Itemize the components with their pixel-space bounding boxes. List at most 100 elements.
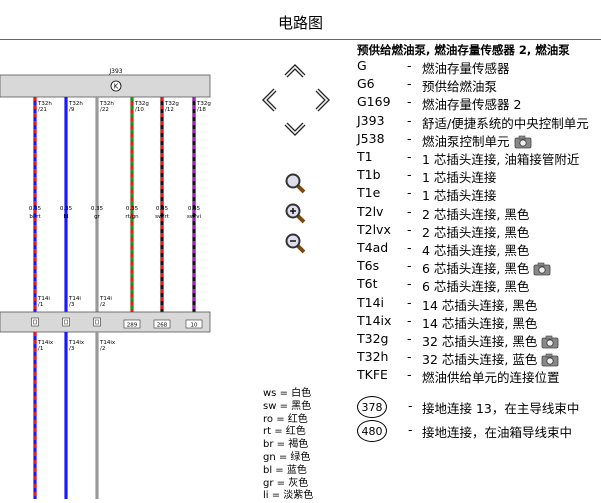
chevron-up-icon: [284, 64, 306, 78]
wire-size-label: 0.35: [156, 206, 169, 212]
legend-item: T6t -6 芯插头连接, 黑色: [357, 276, 601, 294]
legend-item: G - 燃油存量传感器: [357, 58, 601, 76]
legend-description: 2 芯插头连接, 黑色: [422, 224, 530, 240]
reference-box[interactable]: 289: [123, 319, 141, 329]
wire-color-label: rt/gn: [125, 214, 139, 220]
legend-code: T1e: [357, 185, 381, 201]
legend-code: TKFE: [357, 367, 388, 383]
wire-color-label: bl/rt: [29, 214, 41, 220]
legend-description: 燃油存量传感器: [422, 61, 510, 76]
legend-item: J538- 燃油泵控制单元: [357, 131, 601, 149]
reference-number: 289: [127, 323, 138, 329]
legend-title: 预供给燃油泵, 燃油存量传感器 2, 燃油泵: [357, 43, 570, 57]
chevron-right-icon: [315, 88, 330, 112]
legend-description: 2 芯插头连接, 黑色: [422, 206, 530, 222]
ground-point-description: 接地连接 13，在主导线束中: [422, 401, 580, 416]
legend-dash: -: [407, 167, 412, 183]
legend-item: T4ad -4 芯插头连接, 黑色: [357, 240, 601, 258]
legend-description: 1 芯插头连接: [422, 188, 497, 204]
pin-label-bottom: /3: [69, 346, 75, 352]
legend-dash: -: [407, 185, 412, 201]
legend-code: T1b: [357, 167, 381, 183]
color-code-item: bl = 蓝色: [263, 464, 307, 476]
legend-description: 14 芯插头连接, 黑色: [422, 315, 538, 331]
legend-dash: -: [407, 112, 412, 128]
legend-dash: -: [407, 349, 412, 365]
color-code-item: gr = 灰色: [263, 477, 309, 489]
legend-dash: -: [407, 76, 412, 92]
color-code-item: li = 淡紫色: [263, 490, 314, 502]
control-unit-label: J393: [108, 68, 122, 75]
pan-up-button[interactable]: [282, 62, 308, 80]
pan-left-button[interactable]: [260, 86, 280, 114]
color-code-item: ws = 白色: [263, 388, 312, 399]
legend-code: T14ix: [357, 312, 392, 328]
legend-description: 1 芯插头连接, 油箱接管附近: [422, 152, 580, 167]
color-code-item: rt = 红色: [263, 426, 306, 438]
legend-dash: -: [407, 58, 412, 73]
wire-color-label: gr: [94, 214, 100, 220]
legend-code: T6t: [357, 276, 378, 292]
legend-dash: -: [407, 367, 412, 383]
zoom-out-button[interactable]: [284, 232, 308, 256]
connector-pin: [93, 317, 101, 327]
pin-label-mid: /1: [38, 302, 43, 308]
color-code-item: ro = 红色: [263, 413, 308, 425]
chevron-left-icon: [262, 88, 277, 112]
legend-item: T32h -32 芯插头连接, 蓝色: [357, 349, 601, 367]
pan-right-button[interactable]: [312, 86, 332, 114]
zoom-in-icon: [285, 203, 306, 224]
pin-label-bottom: /1: [38, 346, 43, 352]
wire-color-label: bl: [63, 214, 68, 220]
wire-size-label: 0.35: [29, 206, 42, 212]
legend-item: T1e -1 芯插头连接: [357, 185, 601, 203]
pin-label-top: /12: [165, 107, 174, 113]
legend-dash: -: [407, 258, 412, 274]
ground-point-symbol: 480: [357, 420, 387, 442]
wiring-diagram[interactable]: J393 K T32h/210.35bl/rtT32h/90.35blT32h/…: [0, 0, 260, 499]
legend-code: J393: [357, 112, 385, 128]
pin-label-mid: /3: [69, 302, 75, 308]
legend-dash: -: [407, 130, 412, 146]
legend-code: G6: [357, 76, 375, 92]
legend-description: 4 芯插头连接, 黑色: [422, 243, 530, 258]
ground-point-symbol: 378: [357, 396, 387, 418]
legend-dash: -: [408, 422, 413, 437]
wire-size-label: 0.35: [188, 206, 201, 212]
reference-box[interactable]: 10: [185, 319, 203, 329]
reference-box[interactable]: 268: [153, 319, 171, 329]
pin-label-bottom: /2: [100, 346, 105, 352]
legend-item: TKFE - 燃油供给单元的连接位置: [357, 367, 601, 385]
legend-item: J393 - 舒适/便捷系统的中央控制单元: [357, 113, 601, 131]
wire-size-label: 0.35: [60, 206, 73, 212]
reference-number: 268: [157, 323, 168, 329]
pin-label-mid: /2: [100, 302, 105, 308]
legend-code: J538: [357, 130, 385, 146]
legend-dash: -: [407, 276, 412, 292]
legend-dash: -: [407, 240, 412, 255]
legend-dash: -: [407, 331, 412, 346]
legend-dash: -: [407, 221, 412, 237]
legend-code: T6s: [357, 258, 380, 274]
zoom-fit-button[interactable]: [284, 172, 308, 196]
legend-description: 燃油供给单元的连接位置: [422, 370, 560, 386]
legend-item: T32g -32 芯插头连接, 黑色: [357, 331, 601, 349]
legend-code: G: [357, 58, 367, 73]
color-code-item: sw = 黑色: [263, 400, 312, 412]
pan-down-button[interactable]: [282, 120, 308, 138]
color-code-list: ws = 白色 sw = 黑色 ro = 红色 rt = 红色 br = 褐色 gn = …: [263, 388, 313, 503]
legend-item: T2lv -2 芯插头连接, 黑色: [357, 204, 601, 222]
legend-code: T4ad: [357, 240, 389, 255]
legend-code: T2lvx: [357, 221, 391, 237]
wire-size-label: 0.35: [91, 206, 104, 212]
legend-description: 预供给燃油泵: [422, 79, 498, 95]
wire-color-label: sw/rt: [155, 214, 169, 220]
pin-label-top: /18: [197, 107, 206, 113]
wire-color-label: sw/vi: [187, 214, 201, 220]
legend-item: T1 -1 芯插头连接, 油箱接管附近: [357, 149, 601, 167]
control-unit-symbol-letter: K: [114, 83, 119, 91]
legend-item: T14ix -14 芯插头连接, 黑色: [357, 313, 601, 331]
pin-label-top: /21: [38, 107, 47, 113]
zoom-in-button[interactable]: [284, 202, 308, 226]
legend-code: T14i: [357, 294, 385, 310]
